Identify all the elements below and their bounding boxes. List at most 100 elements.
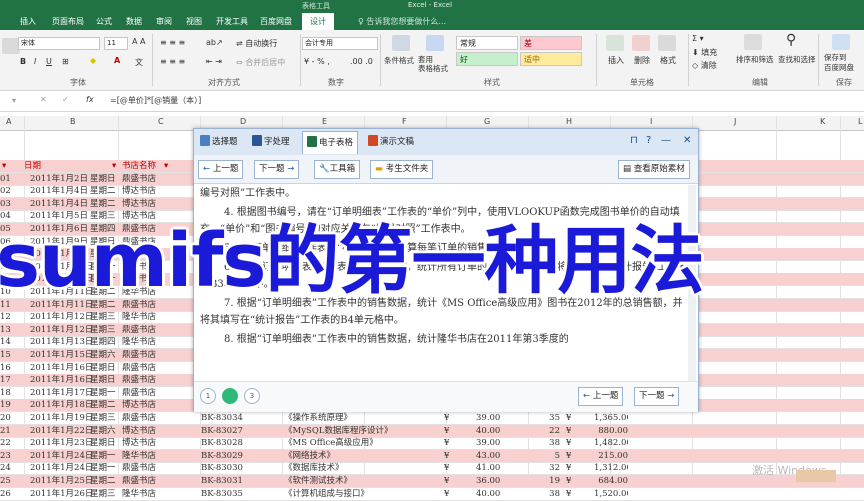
table-row[interactable]: 26 2011年1月26日 星期三 隆华书店 BK-83035 《计算机组成与接口》 ¥40… xyxy=(0,488,864,501)
column-header[interactable]: L xyxy=(858,117,862,126)
conditional-format-button[interactable]: 条件格式 xyxy=(384,55,414,66)
cell-date: 2011年1月4日 xyxy=(30,198,88,209)
page-2[interactable]: 2 xyxy=(222,388,238,404)
tab-design[interactable]: 设计 xyxy=(302,13,334,30)
view-source-button[interactable]: ▤ 查看原始素材 xyxy=(618,160,690,179)
save-baidu-button[interactable]: 保存到 百度网盘 xyxy=(824,53,854,73)
cell-bookstore: 博达书店 xyxy=(122,400,157,411)
cell-date: 2011年1月24日 xyxy=(30,463,94,474)
fill-button[interactable]: ⬇ 填充 xyxy=(692,47,717,58)
style-bad[interactable]: 差 xyxy=(520,36,582,50)
column-header[interactable]: F xyxy=(402,117,407,126)
table-row[interactable]: 22 2011年1月23日 星期日 博达书店 BK-83028 《MS Office高级应… xyxy=(0,437,864,451)
table-row[interactable]: 23 2011年1月24日 星期一 隆华书店 BK-83029 《网络技术》 ¥43.00 5… xyxy=(0,449,864,463)
tab-formulas[interactable]: 公式 xyxy=(96,16,112,27)
tell-me-box[interactable]: ♀ 告诉我您想要做什么... xyxy=(358,16,446,27)
footer-next-button[interactable]: 下一题 → xyxy=(634,387,680,406)
tab-developer[interactable]: 开发工具 xyxy=(216,16,248,27)
tab-ppt-label: 演示文稿 xyxy=(380,137,415,147)
prev-question-button[interactable]: ← 上一题 xyxy=(198,160,244,179)
column-header[interactable]: B xyxy=(70,117,76,126)
font-color-icon[interactable]: A xyxy=(114,56,120,65)
column-header[interactable]: E xyxy=(322,117,327,126)
tab-choice[interactable]: 选择题 xyxy=(200,135,238,147)
wrap-text-button[interactable]: ⇌ 自动换行 xyxy=(236,38,277,49)
indent-icon[interactable]: ⇤ ⇥ xyxy=(206,57,222,66)
minimize-icon[interactable]: — xyxy=(661,135,671,146)
format-cells-button[interactable]: 格式 xyxy=(660,55,676,66)
fill-color-icon[interactable]: ◆ xyxy=(90,56,96,65)
cell-book-code: BK-83028 xyxy=(201,438,243,449)
column-header[interactable]: I xyxy=(650,117,652,126)
tab-baidu[interactable]: 百度网盘 xyxy=(260,16,292,27)
phonetic-icon[interactable]: 文 xyxy=(135,57,143,68)
footer-prev-button[interactable]: ← 上一题 xyxy=(578,387,624,406)
column-header[interactable]: G xyxy=(484,117,490,126)
table-row[interactable]: 25 2011年1月25日 星期二 鼎盛书店 BK-83031 《软件测试技术》 ¥36.0… xyxy=(0,475,864,488)
decimal-icon[interactable]: .00 .0 xyxy=(350,57,373,66)
bold-icon[interactable]: B xyxy=(20,57,26,66)
number-format-combo[interactable]: 会计专用 xyxy=(302,37,378,50)
delete-cells-button[interactable]: 删除 xyxy=(634,55,650,66)
font-size-combo[interactable]: 11 xyxy=(104,37,128,50)
cell-price: 40.00 xyxy=(476,425,501,436)
tab-word[interactable]: 字处理 xyxy=(252,135,290,147)
column-header[interactable]: C xyxy=(158,117,164,126)
toolbox-button[interactable]: 🔧工具箱 xyxy=(314,160,361,179)
page-3[interactable]: 3 xyxy=(244,388,260,404)
ribbon-separator xyxy=(596,34,597,86)
column-header[interactable]: D xyxy=(240,117,246,126)
style-neutral[interactable]: 适中 xyxy=(520,52,582,66)
sort-filter-button[interactable]: 排序和筛选 xyxy=(736,54,774,65)
autosum-icon[interactable]: Σ ▾ xyxy=(692,34,704,43)
column-header[interactable]: H xyxy=(566,117,572,126)
cell-date: 2011年1月23日 xyxy=(30,438,94,449)
align-left-icon[interactable]: ≡ ≡ ≡ xyxy=(160,57,185,66)
font-grow-icon[interactable]: A A xyxy=(132,37,146,46)
orientation-icon[interactable]: ab↗ xyxy=(206,38,223,47)
find-select-button[interactable]: 查找和选择 xyxy=(778,54,816,65)
tab-ppt[interactable]: 演示文稿 xyxy=(368,135,414,147)
clear-button[interactable]: ◇ 清除 xyxy=(692,60,717,71)
style-normal[interactable]: 常规 xyxy=(456,36,518,50)
cell-date: 2011年1月25日 xyxy=(30,476,94,486)
underline-icon[interactable]: U xyxy=(46,57,52,66)
tab-data[interactable]: 数据 xyxy=(126,16,142,27)
table-row[interactable]: 24 2011年1月24日 星期一 鼎盛书店 BK-83030 《数据库技术》 ¥41.00… xyxy=(0,462,864,476)
font-name-combo[interactable]: 宋体 xyxy=(18,37,100,50)
window-title: Excel - Excel xyxy=(408,1,453,9)
cell-weekday: 星期日 xyxy=(90,173,116,184)
currency-icon[interactable]: ¥ - % , xyxy=(304,57,330,66)
enter-icon[interactable]: ✓ xyxy=(62,95,69,104)
tab-insert[interactable]: 插入 xyxy=(20,16,36,27)
align-top-icon[interactable]: ≡ ≡ ≡ xyxy=(160,38,185,47)
cancel-icon[interactable]: ✕ xyxy=(40,95,47,104)
help-icon[interactable]: ? xyxy=(646,135,651,146)
column-header[interactable]: K xyxy=(820,117,825,126)
insert-cells-button[interactable]: 插入 xyxy=(608,55,624,66)
merge-center-button[interactable]: ⇔ 合并后居中 xyxy=(236,57,285,68)
next-question-button[interactable]: 下一题 → xyxy=(254,160,300,179)
cell-bookstore: 隆华书店 xyxy=(122,488,157,499)
table-row[interactable]: 21 2011年1月22日 星期六 博达书店 BK-83027 《MySQL数据库程序设计… xyxy=(0,424,864,438)
table-format-button[interactable]: 套用 表格格式 xyxy=(418,55,448,73)
tab-review[interactable]: 审阅 xyxy=(156,16,172,27)
style-good[interactable]: 好 xyxy=(456,52,518,66)
tab-spreadsheet[interactable]: 电子表格 xyxy=(302,131,359,154)
italic-icon[interactable]: I xyxy=(34,57,36,66)
table-row[interactable]: 20 2011年1月19日 星期三 鼎盛书店 BK-83034 《操作系统原理》 ¥39.0… xyxy=(0,412,864,425)
cell-order-no: 22 xyxy=(0,438,11,449)
formula-input[interactable]: =[@单价]*[@销量（本）] xyxy=(110,95,201,106)
column-header[interactable]: J xyxy=(734,117,736,126)
tab-view[interactable]: 视图 xyxy=(186,16,202,27)
border-icon[interactable]: ⊞ xyxy=(62,57,69,66)
exam-folder-button[interactable]: ▬ 考生文件夹 xyxy=(370,160,434,179)
fx-icon[interactable]: fx xyxy=(86,95,94,104)
pin-icon[interactable]: ⊓ xyxy=(630,135,638,146)
page-1[interactable]: 1 xyxy=(200,388,216,404)
cell-order-no: 02 xyxy=(0,186,11,197)
close-icon[interactable]: ✕ xyxy=(683,135,691,146)
tab-page-layout[interactable]: 页面布局 xyxy=(52,16,84,27)
column-header[interactable]: A xyxy=(6,117,11,126)
name-box-dropdown-icon[interactable]: ▾ xyxy=(12,96,16,105)
